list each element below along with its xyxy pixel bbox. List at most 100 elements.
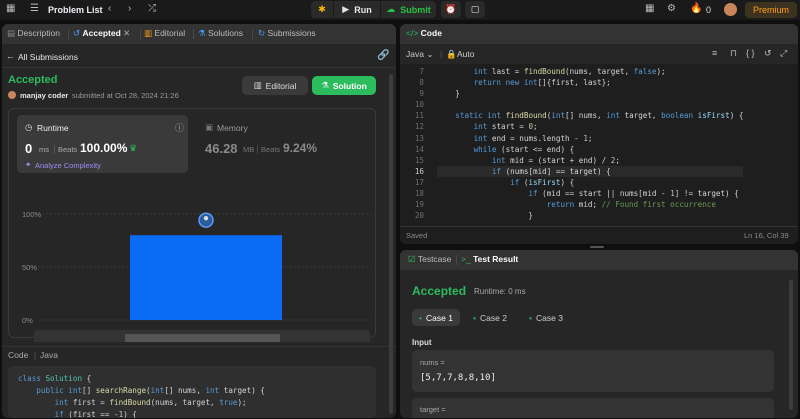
format-icon[interactable]: ≡ <box>712 48 717 58</box>
top-bar: ▦ ☰ Problem List ‹ › ⤮ ✱ ▶ Run ☁ Submit ⏰ … <box>0 0 800 20</box>
line-number: 18 <box>414 189 424 199</box>
back-arrow-icon[interactable]: ← <box>6 51 15 61</box>
logo-icon[interactable]: ▦ <box>6 3 15 14</box>
submission-status: Accepted <box>8 74 58 86</box>
editor-toolbar: Java ⌄ | 🔒 Auto ≡ ⊓ { } ↺ ⤢ <box>400 44 798 64</box>
bug-icon: ✱ <box>318 4 326 14</box>
runtime-distribution-chart: 100% 50% 0% <box>22 210 372 342</box>
beats-label: Beats <box>58 145 78 154</box>
runtime-title: Runtime <box>37 123 69 133</box>
input-target-box: target = <box>412 398 774 418</box>
premium-button[interactable]: Premium <box>745 2 797 18</box>
code-line-current: if (nums[mid] == target) { <box>437 165 744 177</box>
result-tab-strip: ☑ Testcase >_ Test Result <box>400 250 798 270</box>
avatar[interactable] <box>724 3 737 16</box>
case-1-tab[interactable]: • Case 1 <box>412 309 460 326</box>
tab-solutions[interactable]: ⚗ Solutions <box>198 28 243 39</box>
line-number: 14 <box>414 144 424 154</box>
code-line: if (mid == start || nums[mid - 1] != tar… <box>528 189 739 199</box>
line-number: 17 <box>414 177 424 187</box>
line-number: 7 <box>419 67 424 76</box>
scrollbar[interactable] <box>389 74 393 414</box>
case-2-tab[interactable]: • Case 2 <box>466 309 516 326</box>
username[interactable]: manjay coder <box>20 91 68 100</box>
timer-button[interactable]: ⏰ <box>441 1 461 18</box>
memory-unit: MB <box>243 145 255 154</box>
cursor-position: Ln 16, Col 39 <box>744 231 789 240</box>
resize-handle[interactable] <box>590 246 604 248</box>
memory-title: Memory <box>217 123 248 133</box>
line-number: 8 <box>419 78 424 88</box>
tab-description[interactable]: ▤ Description <box>7 28 60 39</box>
dot-icon: • <box>473 312 476 323</box>
editorial-button[interactable]: ▥ Editorial <box>242 76 308 95</box>
divider <box>2 346 396 347</box>
dot-icon: • <box>529 312 532 323</box>
cloud-upload-icon: ☁ <box>386 4 396 14</box>
expand-icon[interactable]: ⤢ <box>780 48 787 59</box>
memory-card[interactable]: ▣ Memory 46.28 MB Beats 9.24% <box>199 115 359 173</box>
auto-mode[interactable]: Auto <box>457 49 475 59</box>
line-number: 15 <box>414 155 424 165</box>
chevron-right-icon[interactable]: › <box>128 3 131 14</box>
run-button[interactable]: ▶ Run <box>334 1 380 18</box>
all-submissions-link[interactable]: All Submissions <box>18 52 78 62</box>
language-select[interactable]: Java ⌄ <box>406 49 433 60</box>
chip-icon: ▣ <box>205 122 214 132</box>
clock-icon: ◷ <box>25 122 33 132</box>
chevron-left-icon[interactable]: ‹ <box>108 3 111 14</box>
left-tab-strip: ▤ Description ↺ Accepted ✕ ▥ Editorial ⚗… <box>2 24 396 44</box>
analyze-complexity-link[interactable]: Analyze Complexity <box>35 161 101 170</box>
link-icon[interactable]: 🔗 <box>377 50 389 61</box>
braces-icon[interactable]: { } <box>746 48 755 58</box>
problem-list-link[interactable]: Problem List <box>48 5 103 15</box>
runtime-card[interactable]: ◷ Runtime ⓘ 0 ms Beats 100.00% ♛ ✦ Analy… <box>17 115 188 173</box>
scrollbar[interactable] <box>789 280 793 410</box>
flask-icon: ⚗ <box>198 28 206 38</box>
list-icon[interactable]: ☰ <box>30 3 39 14</box>
info-icon[interactable]: ⓘ <box>175 121 184 134</box>
input-label: Input <box>412 338 432 347</box>
sparkle-icon: ✦ <box>25 160 32 169</box>
notes-button[interactable]: ▢ <box>465 1 485 18</box>
y-tick-label: 0% <box>22 316 33 325</box>
line-number: 11 <box>414 111 424 121</box>
fire-icon[interactable]: 🔥 <box>690 3 702 14</box>
tab-test-result[interactable]: >_ Test Result <box>461 254 518 264</box>
tab-accepted[interactable]: ↺ Accepted ✕ <box>73 28 130 39</box>
code-line: return mid; // Found first occurrence <box>546 200 716 210</box>
debug-button[interactable]: ✱ <box>311 1 333 18</box>
tab-code[interactable]: </> Code <box>406 28 442 38</box>
settings-icon[interactable]: ⚙ <box>667 3 676 14</box>
solution-button[interactable]: ⚗ Solution <box>312 76 376 95</box>
layout-icon[interactable]: ▦ <box>645 3 654 14</box>
bookmark-icon[interactable]: ⊓ <box>730 48 737 59</box>
tab-submissions[interactable]: ↻ Submissions <box>258 28 316 39</box>
close-icon[interactable]: ✕ <box>123 28 130 38</box>
code-language: Java <box>40 350 58 360</box>
divider <box>54 145 55 154</box>
play-icon: ▶ <box>342 4 350 14</box>
line-number: 16 <box>414 166 424 176</box>
input-var-value: [5,7,7,8,8,10] <box>420 373 496 383</box>
tab-editorial[interactable]: ▥ Editorial <box>144 28 185 39</box>
code-area[interactable]: 7 8 9 10 11 12 13 14 15 16 17 18 19 20 int last = fin… <box>400 64 798 222</box>
tab-testcase[interactable]: ☑ Testcase <box>408 254 451 265</box>
checkbox-icon: ☑ <box>408 254 416 264</box>
result-runtime: Runtime: 0 ms <box>474 287 526 296</box>
undo-icon[interactable]: ↺ <box>764 48 772 59</box>
code-line: static int findBound(int[] nums, int tar… <box>455 111 744 121</box>
code-line: int start = 0; <box>473 122 538 132</box>
result-status: Accepted <box>412 284 467 298</box>
streak-count: 0 <box>706 5 712 15</box>
book-icon: ▥ <box>144 28 153 38</box>
divider <box>68 29 69 39</box>
runtime-unit: ms <box>39 145 49 154</box>
shuffle-icon[interactable]: ⤮ <box>148 3 156 14</box>
submit-button[interactable]: ☁ Submit <box>381 1 436 18</box>
divider: | <box>440 49 443 59</box>
line-numbers: 7 8 9 10 11 12 13 14 15 16 17 18 19 20 <box>400 66 424 221</box>
case-3-tab[interactable]: • Case 3 <box>522 309 572 326</box>
history-icon: ↻ <box>258 28 266 38</box>
